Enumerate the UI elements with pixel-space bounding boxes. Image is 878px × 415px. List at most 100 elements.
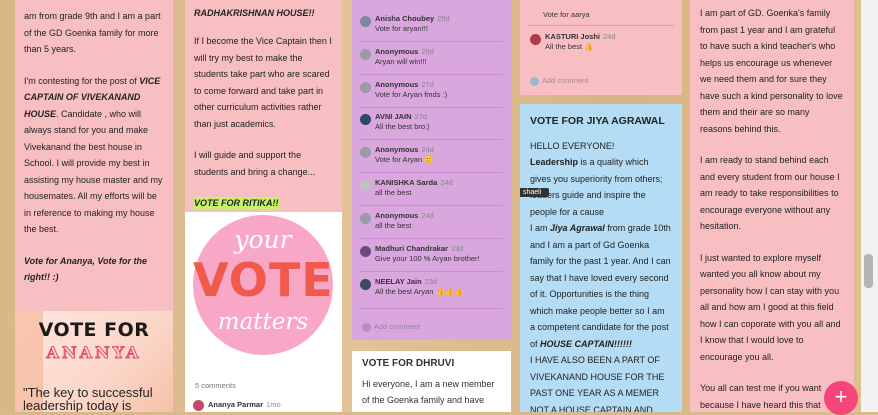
comment-divider xyxy=(360,238,503,239)
comment-time: 1mo xyxy=(266,400,281,409)
post-col5[interactable]: I am part of GD. Goenka's family from pa… xyxy=(690,0,854,412)
add-post-button[interactable]: + xyxy=(824,381,858,415)
column-5: I am part of GD. Goenka's family from pa… xyxy=(690,0,854,412)
post-aarya[interactable]: Vote for aarya KASTURI Joshi 24d All the … xyxy=(520,0,682,95)
leadership-bold: Leadership xyxy=(530,157,579,167)
comment-ananya: Ananya Parmar 1mo xyxy=(193,399,333,411)
post-ananya-closing: Vote for Ananya, Vote for the right!! :) xyxy=(24,255,148,283)
post-ananya-paragraph: I'm contesting for the post of VICE CAPT… xyxy=(24,73,164,238)
post-dhruvi[interactable]: VOTE FOR DHRUVI Hi everyone, I am a new … xyxy=(352,351,511,412)
plus-icon: + xyxy=(834,384,848,409)
comment-item: Anisha Choubey 29d Vote for aryan!!! xyxy=(360,14,505,36)
divider xyxy=(528,25,674,26)
commenter-name-text: Anonymous xyxy=(375,145,419,154)
column-1: am from grade 9th and I am a part of the… xyxy=(15,0,173,412)
commenter-name: KASTURI Joshi 24d xyxy=(545,32,616,41)
comment-divider xyxy=(360,41,503,42)
comment-time: 23d xyxy=(424,277,438,286)
comment-item: Anonymous 24d all the best xyxy=(360,211,505,233)
comment-time: 27d xyxy=(414,112,428,121)
commenter-name: NEELAY Jain 23d xyxy=(375,277,437,286)
commenter-name: Madhuri Chandrakar 23d xyxy=(375,244,463,253)
commenter-name-text: KANISHKA Sarda xyxy=(375,178,438,187)
avatar xyxy=(360,147,371,158)
intro-line-1: am from grade 9th and I am a part xyxy=(24,11,161,21)
column-4: Vote for aarya KASTURI Joshi 24d All the … xyxy=(520,0,682,412)
avatar-placeholder-icon xyxy=(362,322,371,332)
comment-time: 29d xyxy=(421,47,434,56)
intro-text: from grade 10th and I am a part of Gd Go… xyxy=(530,223,671,349)
comment-text: all the best xyxy=(375,188,412,197)
post-dhruvi-title: VOTE FOR DHRUVI xyxy=(362,358,455,369)
post-aarya-text: Vote for aarya xyxy=(543,10,590,19)
comment-time: 24d xyxy=(421,145,434,154)
add-comment-button[interactable]: Add comment xyxy=(362,322,420,332)
vote-matters-word-matters: matters xyxy=(217,309,309,335)
vote-matters-word-vote: VOTE xyxy=(193,253,334,307)
add-comment-button[interactable]: Add comment xyxy=(530,76,588,86)
commenter-name: Anisha Choubey 29d xyxy=(375,14,450,23)
comment-item: KANISHKA Sarda 24d all the best xyxy=(360,178,505,200)
vertical-scrollbar[interactable] xyxy=(861,0,878,412)
comment-kasturi: KASTURI Joshi 24d All the best 👍 xyxy=(530,32,670,54)
commenter-name-text: NEELAY Jain xyxy=(375,277,422,286)
comment-text: Aryan will win!!! xyxy=(375,57,427,66)
comment-text: all the best xyxy=(375,221,412,230)
comment-text: Vote for Aryan fmds :) xyxy=(375,90,448,99)
add-comment-label: Add comment xyxy=(542,76,589,85)
post-col5-paragraph-1: I am part of GD. Goenka's family from pa… xyxy=(700,8,843,134)
comment-text: All the best bro:) xyxy=(375,122,430,131)
commenter-name-text: Ananya Parmar xyxy=(208,400,264,409)
column-2: RADHAKRISHNAN HOUSE!! If I become the Vi… xyxy=(185,0,342,412)
post-col5-paragraph-4: You all can test me if you want because … xyxy=(700,383,822,410)
post-jiya-caps: I HAVE ALSO BEEN A PART OF VIVEKANAND HO… xyxy=(530,355,665,412)
ananya-poster-image: VOTE FOR ANANYA "The key to successful l… xyxy=(15,311,173,412)
post-jiya-greeting: HELLO EVERYONE! xyxy=(530,140,615,151)
commenter-name-text: Anonymous xyxy=(375,211,419,220)
commenter-name-text: KASTURI Joshi xyxy=(545,32,601,41)
add-comment-label: Add comment xyxy=(374,322,421,331)
comment-time: 27d xyxy=(421,80,434,89)
intro-line-2: of the GD Goenka family for more xyxy=(24,27,159,38)
comment-text: Vote for aryan!!! xyxy=(375,24,428,33)
post-ritika-paragraph-2: I will guide and support the students an… xyxy=(194,150,316,177)
avatar xyxy=(360,246,371,257)
padlet-board: am from grade 9th and I am a part of the… xyxy=(0,0,878,415)
comment-divider xyxy=(360,139,503,140)
avatar xyxy=(360,16,371,27)
post-jiya[interactable]: VOTE FOR JIYA AGRAWAL HELLO EVERYONE! Le… xyxy=(520,104,682,412)
poster-quote: "The key to successful leadership today … xyxy=(23,385,153,412)
commenter-name: KANISHKA Sarda 24d xyxy=(375,178,453,187)
vote-matters-circle: your VOTE matters xyxy=(193,215,333,355)
comments-count[interactable]: 5 comments xyxy=(195,381,236,390)
comment-item: Madhuri Chandrakar 23d Give your 100 % Ary… xyxy=(360,244,505,266)
commenter-name: Ananya Parmar 1mo xyxy=(208,400,281,409)
comment-divider xyxy=(360,74,503,75)
post-ritika-paragraph-1: If I become the Vice Captain then I will… xyxy=(194,36,332,129)
para-text: I'm contesting for the post of xyxy=(24,75,140,86)
intro-pre: I am xyxy=(530,223,551,233)
avatar-placeholder-icon xyxy=(530,76,539,86)
post-col5-paragraph-2: I am ready to stand behind each and ever… xyxy=(700,155,840,231)
post-ritika-header: RADHAKRISHNAN HOUSE!! xyxy=(194,8,315,18)
vote-matters-image-card[interactable]: your VOTE matters 5 comments Ananya Parm… xyxy=(185,212,342,412)
comment-text: All the best 👍 xyxy=(545,42,594,51)
comment-time: 24d xyxy=(421,211,434,220)
comment-text: Give your 100 % Aryan brother! xyxy=(375,254,480,263)
avatar xyxy=(530,34,541,45)
commenter-name-text: Anonymous xyxy=(375,47,419,56)
post-jiya-title: VOTE FOR JIYA AGRAWAL xyxy=(530,115,665,127)
post-ritika[interactable]: RADHAKRISHNAN HOUSE!! If I become the Vi… xyxy=(185,0,342,212)
comment-time: 24d xyxy=(440,178,453,187)
scrollbar-thumb[interactable] xyxy=(864,254,873,288)
poster-name: ANANYA xyxy=(46,343,142,363)
post-aryan-comments[interactable]: Anisha Choubey 29d Vote for aryan!!! Anonym… xyxy=(352,0,511,340)
commenter-name: AVNI JAIN 27d xyxy=(375,112,427,121)
post-dhruvi-text: Hi everyone, I am a new member of the Go… xyxy=(362,379,495,405)
comment-divider xyxy=(360,308,503,309)
comment-text: All the best Aryan 👍👍👍 xyxy=(375,287,464,296)
comment-divider xyxy=(360,107,503,108)
intro-name: Jiya Agrawal xyxy=(550,223,605,233)
vote-matters-word-your: your xyxy=(234,225,292,254)
comment-item: Anonymous 27d Vote for Aryan fmds :) xyxy=(360,80,505,102)
